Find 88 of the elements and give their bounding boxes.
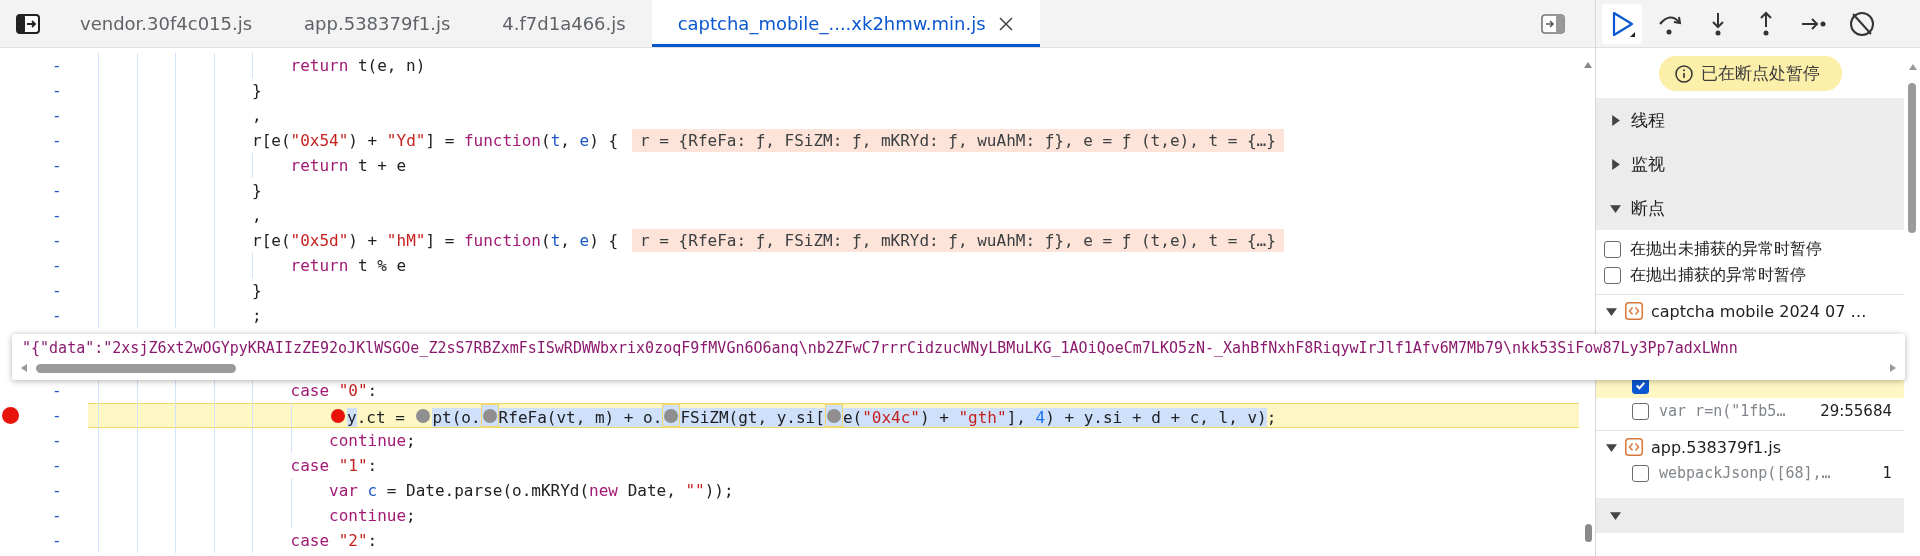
breakpoint-icon[interactable] [2, 407, 19, 424]
section-header[interactable]: 监视 [1596, 142, 1904, 186]
line-number: - [52, 306, 62, 325]
breakpoint-location: 1 [1882, 464, 1892, 482]
scrollbar-thumb[interactable] [36, 364, 236, 373]
info-icon [1674, 64, 1693, 83]
line-number: - [52, 156, 62, 175]
line-number: - [52, 506, 62, 525]
option-label: 在抛出未捕获的异常时暂停 [1630, 238, 1822, 260]
section-header[interactable]: 断点 [1596, 186, 1904, 230]
file-tab[interactable]: captcha_mobile_....xk2hmw.min.js [651, 0, 1040, 47]
status-text: 已在断点处暂停 [1700, 62, 1820, 85]
expanded-arrow-icon[interactable] [1606, 441, 1617, 453]
section-title: 线程 [1631, 108, 1665, 132]
line-number: - [52, 431, 62, 450]
code-text: } [252, 281, 262, 300]
script-file-icon [1625, 302, 1643, 320]
file-tab[interactable]: vendor.30f4c015.js [54, 0, 279, 47]
breakpoint-code: var r=n("1fb5… [1659, 402, 1787, 420]
line-number: - [52, 106, 62, 125]
code-text: return t(e, n) [290, 56, 426, 75]
active-breakpoint-marker-icon[interactable] [331, 408, 345, 423]
section-header[interactable]: 线程 [1596, 98, 1904, 142]
line-number: - [52, 56, 62, 75]
resume-button[interactable] [1602, 3, 1642, 44]
code-text: ; [252, 306, 262, 325]
code-text: r[e("0x5d") + "hM"] = function(t, e) { [252, 231, 619, 250]
expanded-arrow-icon[interactable] [1610, 510, 1621, 521]
collapsed-arrow-icon[interactable] [1610, 114, 1621, 126]
file-name[interactable]: captcha mobile 2024 07 … [1651, 301, 1867, 321]
scroll-right-arrow-icon[interactable] [1889, 363, 1897, 373]
line-number: - [52, 406, 62, 425]
file-tab[interactable]: app.538379f1.js [278, 0, 477, 47]
line-number: - [52, 231, 62, 250]
line-number: - [52, 531, 62, 550]
code-text: case "1": [290, 456, 378, 475]
code-text: } [252, 81, 262, 100]
line-number: - [52, 456, 62, 475]
breakpoint-marker-icon[interactable] [482, 408, 497, 423]
breakpoint-marker-icon[interactable] [826, 408, 841, 423]
line-number: - [52, 131, 62, 150]
breakpoint-code: webpackJsonp([68],… [1659, 464, 1832, 482]
inline-value: r = {RfeFa: ƒ, FSiZM: ƒ, mKRYd: ƒ, wuAhM: ƒ}, e = ƒ (t,e), t = {…} [632, 229, 1284, 252]
code-text: y.ct = pt(o. RfeFa(vt, m) + o. FSiZM(gt, y.si[ e("0x4c") + "gth"], 4) + y.si + d + c, l, v); [329, 404, 1277, 427]
checkmark-icon [1635, 379, 1646, 391]
collapsed-arrow-icon[interactable] [1610, 158, 1621, 170]
checkbox[interactable] [1604, 240, 1621, 258]
code-text: r[e("0x54") + "Yd"] = function(t, e) { [252, 131, 619, 150]
crossed-circle-icon [1848, 9, 1876, 38]
code-text: continue; [329, 431, 416, 450]
file-name[interactable]: app.538379f1.js [1651, 437, 1781, 457]
code-text: , [252, 206, 262, 225]
scrollbar-thumb[interactable] [1908, 83, 1916, 233]
breakpoint-marker-icon[interactable] [416, 408, 431, 423]
breakpoint-marker-icon[interactable] [664, 408, 679, 423]
code-text: case "0": [290, 381, 378, 400]
section-title: 断点 [1631, 196, 1665, 220]
expanded-arrow-icon[interactable] [1606, 305, 1617, 317]
checkbox[interactable] [1604, 266, 1621, 284]
option-label: 在抛出捕获的异常时暂停 [1630, 264, 1806, 286]
expanded-arrow-icon[interactable] [1610, 202, 1621, 214]
line-number: - [52, 206, 62, 225]
scroll-up-arrow-icon[interactable] [1908, 63, 1918, 71]
checkbox[interactable] [1632, 402, 1649, 420]
scrollbar-thumb[interactable] [1585, 524, 1592, 542]
close-icon[interactable] [997, 15, 1014, 32]
code-text: , [252, 106, 262, 125]
script-file-icon [1625, 438, 1643, 456]
inline-value: r = {RfeFa: ƒ, FSiZM: ƒ, mKRYd: ƒ, wuAhM: ƒ}, e = ƒ (t,e), t = {…} [632, 129, 1284, 152]
scroll-left-arrow-icon[interactable] [20, 363, 28, 373]
line-number: - [52, 256, 62, 275]
code-text: continue; [329, 506, 416, 525]
code-text: case "2": [290, 531, 378, 550]
code-text: return t + e [290, 156, 407, 175]
tooltip-value: "{"data":"2xsjZ6xt2wOGYpyKRAIIzZE92oJKlWSGOe_Z2sS7RBZxmFsISwRDWWbxrix0zoqF9fMVGn6O6anq\nb2ZFwC7rrrCidzucWNyLBMuLKG_1AOiQoeCm7LKO5zN-_XahBfNxhF8RiqywIrJlf1Afv6M7Mb79\nkk53SiFow87Ly3Pp7adxLWnn [22, 339, 1738, 358]
code-text: } [252, 181, 262, 200]
scroll-up-arrow-icon[interactable] [1583, 61, 1593, 69]
section-title: 监视 [1631, 152, 1665, 176]
code-text: var c = Date.parse(o.mKRYd(new Date, "")); [329, 481, 734, 500]
file-tab[interactable]: 4.f7d1a466.js [476, 0, 652, 47]
breakpoint-location: 29:55684 [1820, 402, 1892, 420]
line-number: - [52, 81, 62, 100]
line-number: - [52, 381, 62, 400]
line-number: - [52, 181, 62, 200]
line-number: - [52, 281, 62, 300]
checkbox[interactable] [1632, 464, 1649, 482]
code-text: return t % e [290, 256, 407, 275]
line-number: - [52, 481, 62, 500]
